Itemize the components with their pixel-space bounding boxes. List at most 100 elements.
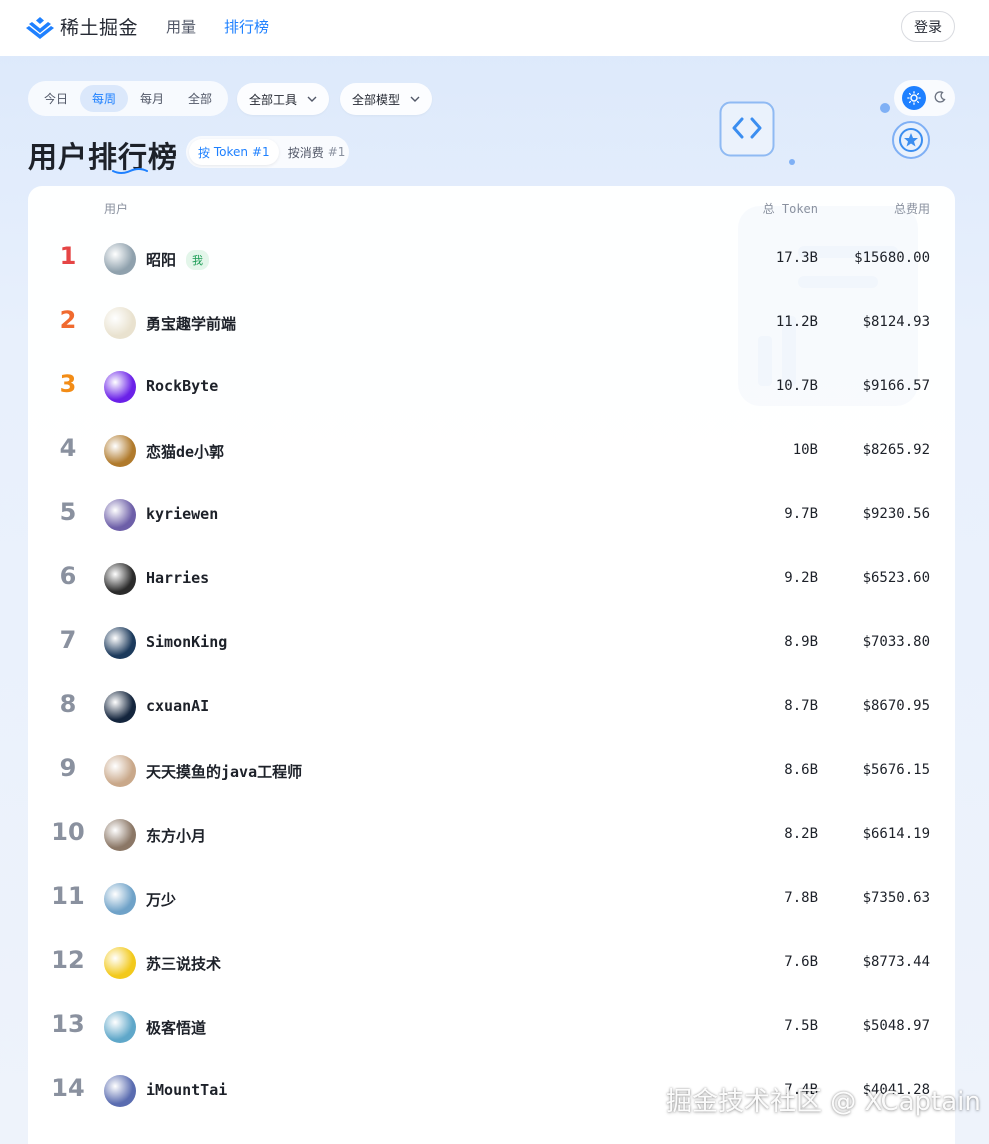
tab-weekly[interactable]: 每周	[80, 85, 128, 112]
rank-number: 11	[51, 882, 85, 910]
avatar[interactable]	[104, 307, 136, 339]
user-name[interactable]: 天天摸鱼的java工程师	[146, 761, 302, 782]
rank-number: 5	[59, 498, 77, 526]
avatar[interactable]	[104, 691, 136, 723]
avatar[interactable]	[104, 435, 136, 467]
total-token-value: 7.5B	[784, 1018, 818, 1034]
user-name[interactable]: iMountTai	[146, 1081, 227, 1099]
nav-link-usage[interactable]: 用量	[166, 16, 196, 37]
user-name-text: 恋猫de小郭	[146, 443, 225, 461]
user-name[interactable]: 恋猫de小郭	[146, 441, 224, 462]
me-badge: 我	[186, 250, 210, 270]
leaderboard-row[interactable]: 5 kyriewen 9.7B $9230.56	[28, 483, 955, 547]
sort-toggle: 按 Token #1 按消费 #1	[186, 136, 349, 168]
sort-by-token-button[interactable]: 按 Token #1	[189, 139, 279, 165]
moon-icon[interactable]	[933, 89, 947, 108]
leaderboard-row[interactable]: 2 勇宝趣学前端 11.2B $8124.93	[28, 291, 955, 355]
sort-by-token-label: Token	[213, 145, 248, 159]
user-name-text: 万少	[146, 891, 177, 909]
total-token-value: 10.7B	[775, 378, 818, 394]
total-cost-value: $8670.95	[862, 698, 930, 714]
user-name[interactable]: kyriewen	[146, 505, 218, 523]
user-name-text: 极客悟道	[146, 1019, 207, 1037]
leaderboard-row[interactable]: 12 苏三说技术 7.6B $8773.44	[28, 931, 955, 995]
header-total-token[interactable]: 总 Token	[763, 200, 818, 217]
total-token-value: 7.8B	[784, 890, 818, 906]
tab-today[interactable]: 今日	[32, 85, 80, 112]
leaderboard-row[interactable]: 3 RockByte 10.7B $9166.57	[28, 355, 955, 419]
user-name-text: cxuanAI	[146, 697, 210, 715]
total-cost-value: $8124.93	[862, 314, 930, 330]
decor-dot	[789, 159, 795, 165]
avatar[interactable]	[104, 371, 136, 403]
avatar[interactable]	[104, 947, 136, 979]
tool-dropdown[interactable]: 全部工具	[237, 83, 330, 115]
rank-number: 14	[51, 1074, 85, 1102]
user-name[interactable]: SimonKing	[146, 633, 227, 651]
model-dropdown-label: 全部模型	[352, 92, 401, 107]
title-underline-decor	[112, 168, 148, 174]
star-badge-icon	[892, 121, 930, 159]
user-name[interactable]: 苏三说技术	[146, 953, 221, 974]
sort-by-token-rank: #1	[252, 145, 270, 159]
leaderboard-row[interactable]: 6 Harries 9.2B $6523.60	[28, 547, 955, 611]
decor-dot	[880, 103, 890, 113]
total-token-value: 8.7B	[784, 698, 818, 714]
login-button[interactable]: 登录	[901, 11, 955, 42]
leaderboard-row[interactable]: 10 东方小月 8.2B $6614.19	[28, 803, 955, 867]
leaderboard-row[interactable]: 8 cxuanAI 8.7B $8670.95	[28, 675, 955, 739]
user-name[interactable]: 昭阳我	[146, 249, 210, 270]
user-name-text: SimonKing	[146, 633, 228, 651]
avatar[interactable]	[104, 243, 136, 275]
total-cost-value: $5048.97	[862, 1018, 930, 1034]
user-name[interactable]: 极客悟道	[146, 1017, 206, 1038]
avatar[interactable]	[104, 819, 136, 851]
leaderboard-row[interactable]: 13 极客悟道 7.5B $5048.97	[28, 995, 955, 1059]
rank-number: 1	[59, 242, 77, 270]
avatar[interactable]	[104, 755, 136, 787]
leaderboard-row[interactable]: 11 万少 7.8B $7350.63	[28, 867, 955, 931]
time-range-tabs: 今日 每周 每月 全部	[28, 81, 228, 116]
total-cost-value: $8773.44	[862, 954, 930, 970]
user-name-text: RockByte	[146, 377, 219, 395]
avatar[interactable]	[104, 627, 136, 659]
user-name-text: iMountTai	[146, 1081, 228, 1099]
user-name-text: Harries	[146, 569, 210, 587]
leaderboard-row[interactable]: 1 昭阳我 17.3B $15680.00	[28, 227, 955, 291]
rank-number: 12	[51, 946, 85, 974]
avatar[interactable]	[104, 1075, 136, 1107]
user-name[interactable]: Harries	[146, 569, 209, 587]
rank-number: 7	[59, 626, 77, 654]
user-name[interactable]: 东方小月	[146, 825, 206, 846]
tab-monthly[interactable]: 每月	[128, 85, 176, 112]
rank-number: 2	[59, 306, 77, 334]
user-name[interactable]: cxuanAI	[146, 697, 209, 715]
user-name[interactable]: 万少	[146, 889, 176, 910]
avatar[interactable]	[104, 563, 136, 595]
sun-icon[interactable]	[901, 86, 926, 110]
juejin-logo[interactable]: 稀土掘金	[26, 13, 138, 40]
header-total-cost[interactable]: 总费用	[894, 200, 930, 217]
theme-toggle[interactable]	[894, 80, 955, 116]
total-cost-value: $7033.80	[862, 634, 930, 650]
user-name[interactable]: RockByte	[146, 377, 218, 395]
user-name[interactable]: 勇宝趣学前端	[146, 313, 236, 334]
sort-by-cost-button[interactable]: 按消费 #1	[279, 139, 355, 165]
leaderboard-row[interactable]: 7 SimonKing 8.9B $7033.80	[28, 611, 955, 675]
rank-number: 6	[59, 562, 77, 590]
total-cost-value: $5676.15	[862, 762, 930, 778]
rank-number: 8	[59, 690, 77, 718]
nav-link-leaderboard[interactable]: 排行榜	[224, 16, 269, 37]
tab-all[interactable]: 全部	[176, 85, 224, 112]
model-dropdown[interactable]: 全部模型	[340, 83, 433, 115]
avatar[interactable]	[104, 883, 136, 915]
user-name-text: 天天摸鱼的java工程师	[146, 763, 303, 781]
leaderboard-row[interactable]: 9 天天摸鱼的java工程师 8.6B $5676.15	[28, 739, 955, 803]
leaderboard-row[interactable]: 4 恋猫de小郭 10B $8265.92	[28, 419, 955, 483]
sort-by-cost-label: 按消费	[287, 145, 324, 160]
chevron-down-icon	[307, 96, 317, 102]
rank-number: 13	[51, 1010, 85, 1038]
avatar[interactable]	[104, 499, 136, 531]
avatar[interactable]	[104, 1011, 136, 1043]
total-token-value: 8.6B	[784, 762, 818, 778]
